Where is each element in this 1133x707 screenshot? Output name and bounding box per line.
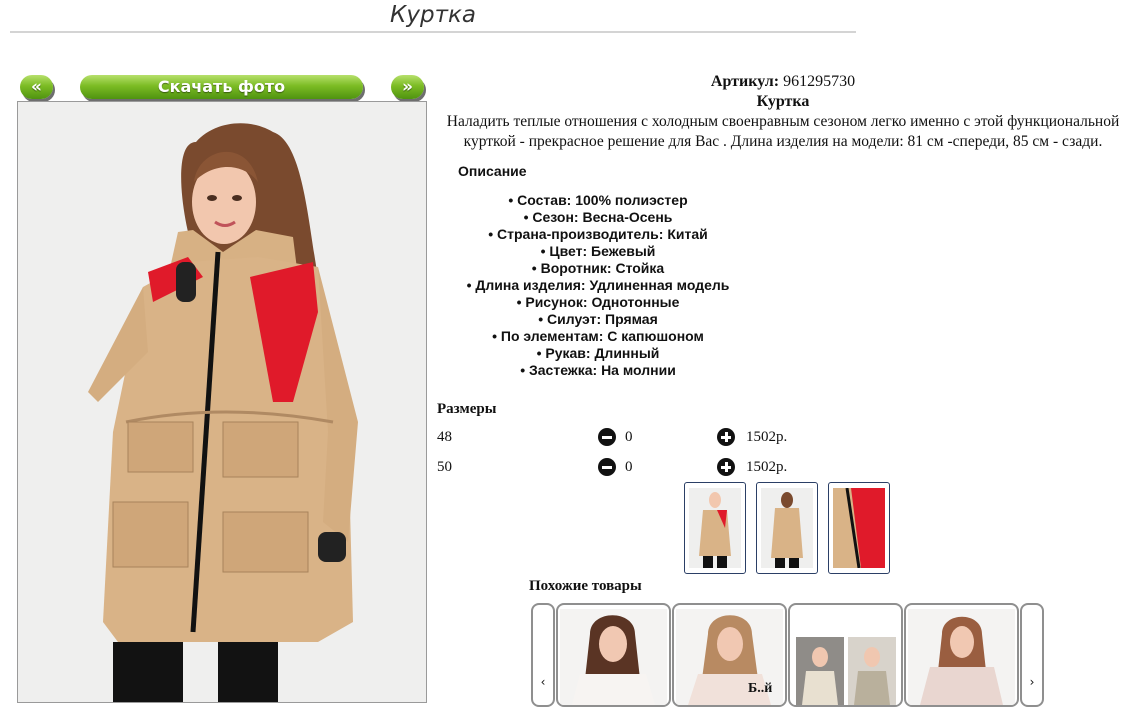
thumbnail-image (689, 488, 741, 568)
size-row: 48 0 1502р. (437, 427, 837, 447)
photo-thumbnail[interactable] (756, 482, 818, 574)
prev-photo-button[interactable]: « (20, 75, 53, 99)
page-title: Куртка (10, 0, 856, 33)
similar-product-card[interactable] (788, 603, 903, 707)
similar-product-card[interactable] (904, 603, 1019, 707)
plus-circle-icon[interactable] (717, 428, 735, 446)
feature-item: Страна-производитель: Китай (433, 226, 763, 243)
jacket-model-image (18, 102, 426, 702)
download-photo-button[interactable]: Скачать фото (80, 75, 363, 99)
description-heading: Описание (458, 163, 527, 179)
size-value: 50 (437, 459, 452, 475)
main-product-photo[interactable] (17, 101, 427, 703)
similar-products-heading: Похожие товары (529, 578, 642, 594)
feature-item: Воротник: Стойка (433, 260, 763, 277)
plus-circle-icon[interactable] (717, 458, 735, 476)
minus-circle-icon[interactable] (598, 458, 616, 476)
product-info: Артикул: 961295730 Куртка Наладить теплы… (433, 70, 1133, 379)
carousel-next-button[interactable]: › (1020, 603, 1044, 707)
carousel-prev-label: ‹ (540, 675, 546, 689)
photo-thumbnail[interactable] (828, 482, 890, 574)
size-value: 48 (437, 429, 452, 445)
feature-item: Цвет: Бежевый (433, 243, 763, 260)
sizes-heading: Размеры (437, 401, 497, 417)
thumbnail-image (833, 488, 885, 568)
carousel-prev-button[interactable]: ‹ (531, 603, 555, 707)
similar-product-image (560, 609, 667, 705)
quantity-value: 0 (625, 459, 633, 475)
thumbnail-image (761, 488, 813, 568)
minus-circle-icon[interactable] (598, 428, 616, 446)
sku-line: Артикул: 961295730 (433, 72, 1133, 92)
similar-product-card[interactable] (556, 603, 671, 707)
similar-product-image (908, 609, 1015, 705)
feature-item: По элементам: С капюшоном (433, 328, 763, 345)
carousel-next-label: › (1029, 675, 1035, 689)
feature-item: Сезон: Весна-Осень (433, 209, 763, 226)
feature-item: Рисунок: Однотонные (433, 294, 763, 311)
partial-caption: Б..й (748, 681, 773, 696)
feature-item: Длина изделия: Удлиненная модель (433, 277, 763, 294)
feature-item: Застежка: На молнии (433, 362, 763, 379)
feature-item: Рукав: Длинный (433, 345, 763, 362)
photo-thumbnail[interactable] (684, 482, 746, 574)
quantity-value: 0 (625, 429, 633, 445)
price-value: 1502р. (746, 459, 788, 475)
similar-product-image (792, 609, 899, 705)
product-description: Наладить теплые отношения с холодным сво… (446, 113, 1120, 150)
feature-item: Состав: 100% полиэстер (433, 192, 763, 209)
sku-value: 961295730 (783, 73, 856, 90)
size-row: 50 0 1502р. (437, 457, 837, 477)
feature-list: Состав: 100% полиэстер Сезон: Весна-Осен… (433, 192, 763, 379)
next-photo-button[interactable]: » (391, 75, 424, 99)
product-name: Куртка (756, 93, 810, 110)
feature-item: Силуэт: Прямая (433, 311, 763, 328)
price-value: 1502р. (746, 429, 788, 445)
sku-label: Артикул: (710, 73, 780, 90)
